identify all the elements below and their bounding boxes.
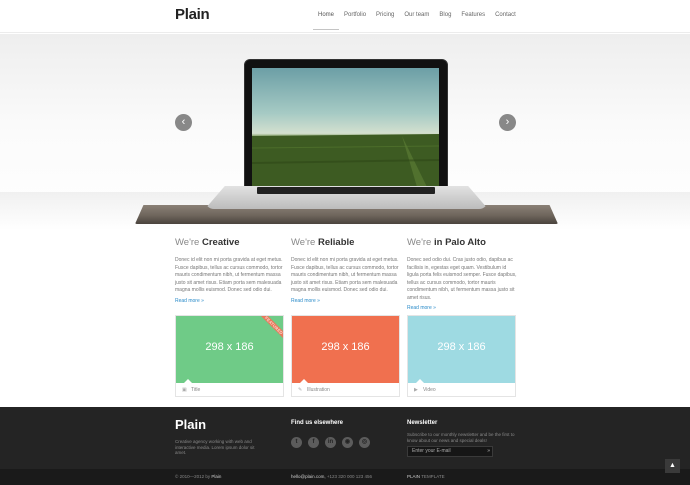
laptop-keyboard	[257, 187, 435, 194]
site-footer: Plain Creative agency working with web a…	[0, 407, 690, 469]
feature-title-prefix: We're	[175, 237, 200, 248]
tile-caption-text: Video	[423, 387, 436, 393]
back-to-top-button[interactable]: ▲	[665, 459, 680, 473]
linkedin-icon[interactable]: in	[325, 437, 336, 448]
template-label: TEMPLATE	[421, 474, 445, 479]
feature-body: Donec sed odio dui. Cras justo odio, dap…	[407, 257, 517, 301]
email-placeholder: Enter your E-mail	[412, 448, 451, 454]
tile-dimensions: 298 x 186	[205, 341, 254, 353]
tile-notch	[300, 379, 308, 383]
nav-contact[interactable]: Contact	[490, 0, 521, 30]
hero-slider: ‹ ›	[0, 34, 690, 230]
feature-palo-alto: We're in Palo Alto Donec sed odio dui. C…	[407, 237, 517, 311]
nav-blog[interactable]: Blog	[434, 0, 456, 30]
nav-portfolio[interactable]: Portfolio	[339, 0, 371, 30]
tile-caption: ▶ Video	[414, 387, 436, 393]
feature-title-strong: in Palo Alto	[433, 237, 486, 248]
site-header: Plain Home Portfolio Pricing Our team Bl…	[0, 0, 690, 33]
contact-email[interactable]: hello@plain.com,	[291, 474, 326, 479]
nav-features[interactable]: Features	[456, 0, 490, 30]
copyright: © 2010—2012 by Plain	[175, 474, 221, 479]
main-nav: Home Portfolio Pricing Our team Blog Fea…	[313, 0, 521, 33]
social-heading: Find us elsewhere	[291, 420, 344, 426]
tile-dimensions: 298 x 186	[321, 341, 370, 353]
footer-description: Creative agency working with web and int…	[175, 439, 255, 455]
tile-image: 298 x 186 FEATURED	[176, 316, 283, 383]
template-brand: PLAIN	[407, 474, 421, 479]
newsletter-email-input[interactable]: Enter your E-mail »	[407, 446, 493, 457]
submit-arrow-icon[interactable]: »	[487, 447, 490, 456]
portfolio-tile[interactable]: 298 x 186 ▶ Video	[407, 315, 516, 397]
field-image	[252, 134, 439, 187]
read-more-link[interactable]: Read more »	[407, 305, 517, 311]
twitter-icon[interactable]: t	[291, 437, 302, 448]
template-credit: PLAIN TEMPLATE	[407, 474, 445, 479]
facebook-icon[interactable]: f	[308, 437, 319, 448]
tile-dimensions: 298 x 186	[437, 341, 486, 353]
tile-caption: ▣ Title	[182, 387, 200, 393]
page: Plain Home Portfolio Pricing Our team Bl…	[0, 0, 690, 485]
tile-notch	[184, 379, 192, 383]
contact-info: hello@plain.com, +123 320 000 123 456	[291, 474, 372, 479]
dribbble-icon[interactable]: ◎	[359, 437, 370, 448]
feature-title-strong: Creative	[201, 237, 240, 248]
rss-icon[interactable]: ◉	[342, 437, 353, 448]
chevron-right-icon[interactable]: ›	[499, 114, 516, 131]
read-more-link[interactable]: Read more »	[175, 298, 285, 304]
feature-creative: We're Creative Donec id elit non mi port…	[175, 237, 285, 304]
read-more-link[interactable]: Read more »	[291, 298, 401, 304]
feature-title-strong: Reliable	[317, 237, 355, 248]
newsletter-heading: Newsletter	[407, 420, 438, 426]
tile-image: 298 x 186	[292, 316, 399, 383]
feature-title: We're Creative	[175, 237, 285, 248]
tile-caption-text: Illustration	[307, 387, 330, 393]
tile-image: 298 x 186	[408, 316, 515, 383]
laptop-screen-image	[252, 68, 439, 187]
social-links: t f in ◉ ◎	[291, 437, 376, 448]
play-icon: ▶	[414, 387, 418, 393]
nav-home[interactable]: Home	[313, 0, 340, 30]
copyright-text: © 2010—2012 by	[175, 474, 211, 479]
chevron-left-icon[interactable]: ‹	[175, 114, 192, 131]
feature-title-prefix: We're	[291, 237, 316, 248]
feature-title: We're in Palo Alto	[407, 237, 517, 248]
nav-pricing[interactable]: Pricing	[371, 0, 399, 30]
portfolio-tile[interactable]: 298 x 186 ✎ Illustration	[291, 315, 400, 397]
nav-our-team[interactable]: Our team	[399, 0, 434, 30]
pencil-icon: ✎	[298, 387, 303, 393]
copyright-brand: Plain	[211, 474, 222, 479]
tile-caption: ✎ Illustration	[298, 387, 330, 393]
site-logo[interactable]: Plain	[175, 6, 210, 23]
portfolio-tile[interactable]: 298 x 186 FEATURED ▣ Title	[175, 315, 284, 397]
footer-logo: Plain	[175, 417, 207, 432]
contact-phone: +123 320 000 123 456	[326, 474, 373, 479]
bottom-bar: © 2010—2012 by Plain hello@plain.com, +1…	[0, 469, 690, 485]
feature-body: Donec id elit non mi porta gravida at eg…	[291, 257, 399, 293]
feature-title-prefix: We're	[407, 237, 432, 248]
tile-notch	[416, 379, 424, 383]
feature-body: Donec id elit non mi porta gravida at eg…	[175, 257, 283, 293]
tile-caption-text: Title	[191, 387, 201, 393]
feature-reliable: We're Reliable Donec id elit non mi port…	[291, 237, 401, 304]
feature-title: We're Reliable	[291, 237, 401, 248]
newsletter-text: Subscribe to our monthly newsletter and …	[407, 432, 515, 443]
image-icon: ▣	[182, 387, 187, 393]
